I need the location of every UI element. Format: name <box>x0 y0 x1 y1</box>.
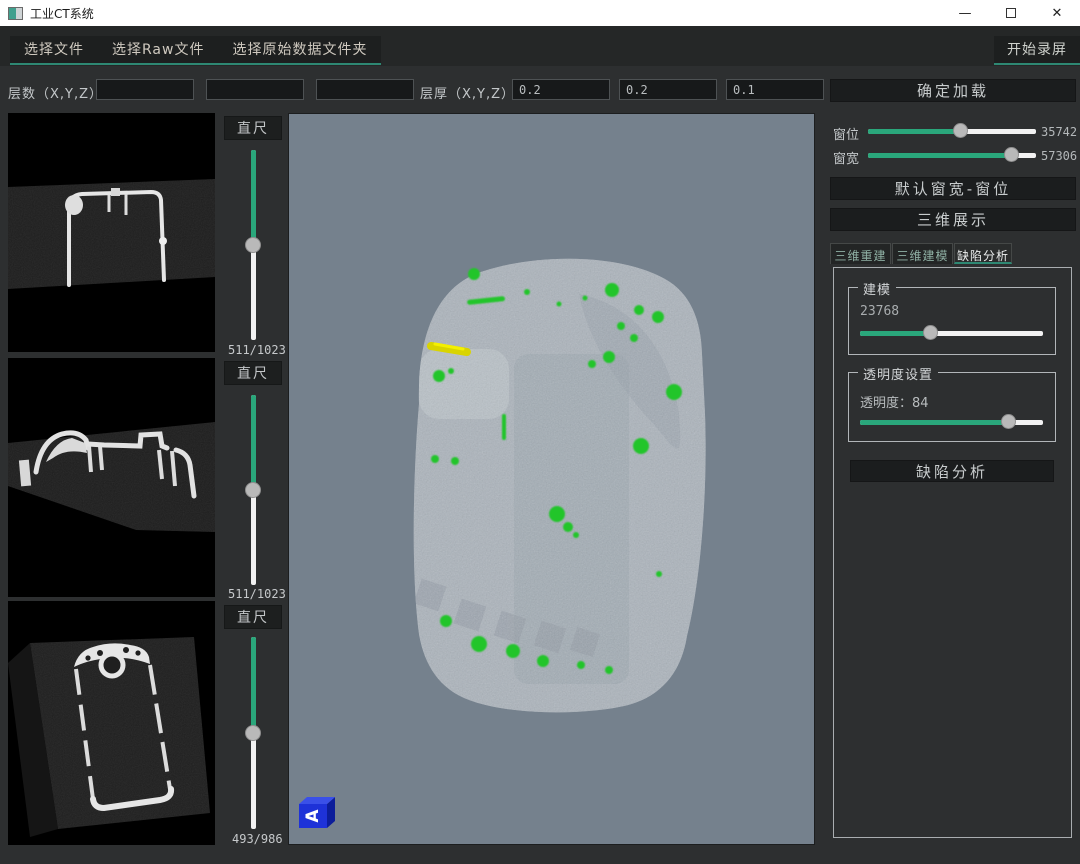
thickness-z-input[interactable] <box>726 79 824 100</box>
titlebar: 工业CT系统 — ✕ <box>0 0 1080 26</box>
layers-y-input[interactable] <box>206 79 304 100</box>
tab-3d-reconstruction[interactable]: 三维重建 <box>830 243 891 264</box>
slice-position-1: 511/1023 <box>228 343 286 357</box>
ruler-button-3[interactable]: 直尺 <box>224 605 282 629</box>
tab-defect-analysis[interactable]: 缺陷分析 <box>954 243 1012 264</box>
slice-slider-2-thumb[interactable] <box>245 482 261 498</box>
select-raw-folder-button[interactable]: 选择原始数据文件夹 <box>218 36 381 63</box>
slice-position-3: 493/986 <box>232 832 283 846</box>
3d-viewport[interactable]: A <box>288 113 815 845</box>
layers-z-input[interactable] <box>316 79 414 100</box>
thickness-x-input[interactable] <box>512 79 610 100</box>
modeling-slider[interactable] <box>860 325 1043 341</box>
slice-slider-3[interactable] <box>245 637 261 829</box>
modeling-group-title: 建模 <box>858 279 896 298</box>
3d-display-button[interactable]: 三维展示 <box>830 208 1076 231</box>
opacity-label: 透明度：84 <box>860 392 929 411</box>
close-button[interactable]: ✕ <box>1034 0 1080 26</box>
select-raw-file-button[interactable]: 选择Raw文件 <box>98 36 218 63</box>
toolbar: 选择文件 选择Raw文件 选择原始数据文件夹 开始录屏 <box>0 26 1080 66</box>
app-window: 工业CT系统 — ✕ 选择文件 选择Raw文件 选择原始数据文件夹 开始录屏 层… <box>0 0 1080 864</box>
modeling-value: 23768 <box>860 304 899 319</box>
window-level-label: 窗位 <box>833 124 859 143</box>
slice-slider-2[interactable] <box>245 395 261 585</box>
ruler-button-2[interactable]: 直尺 <box>224 361 282 385</box>
window-width-value: 57306 <box>1041 149 1077 163</box>
slice-slider-1[interactable] <box>245 150 261 340</box>
svg-text:A: A <box>303 809 323 823</box>
slice-slider-3-thumb[interactable] <box>245 725 261 741</box>
tab-3d-modeling[interactable]: 三维建模 <box>892 243 953 264</box>
window-width-slider-thumb[interactable] <box>1004 147 1019 162</box>
maximize-button[interactable] <box>988 0 1034 26</box>
maximize-icon <box>1006 8 1016 18</box>
axis-cube-icon: A <box>299 797 335 828</box>
window-title: 工业CT系统 <box>30 5 94 22</box>
app-icon <box>8 7 23 20</box>
start-record-button[interactable]: 开始录屏 <box>994 36 1080 65</box>
ruler-button-1[interactable]: 直尺 <box>224 116 282 140</box>
window-width-label: 窗宽 <box>833 148 859 167</box>
thickness-y-input[interactable] <box>619 79 717 100</box>
opacity-group-title: 透明度设置 <box>858 364 938 383</box>
slice-view-xz <box>8 358 215 597</box>
window-level-slider[interactable] <box>868 123 1036 139</box>
thickness-label: 层厚（X,Y,Z） <box>420 83 515 102</box>
opacity-slider-thumb[interactable] <box>1001 414 1016 429</box>
slice-slider-1-thumb[interactable] <box>245 237 261 253</box>
modeling-groupbox: 建模 <box>848 287 1056 355</box>
slice-view-xy <box>8 113 215 352</box>
slice-position-2: 511/1023 <box>228 587 286 601</box>
file-button-group: 选择文件 选择Raw文件 选择原始数据文件夹 <box>10 36 381 65</box>
layers-label: 层数（X,Y,Z） <box>8 83 103 102</box>
opacity-slider[interactable] <box>860 414 1043 430</box>
3d-render: A <box>289 114 814 844</box>
default-window-button[interactable]: 默认窗宽-窗位 <box>830 177 1076 200</box>
minimize-button[interactable]: — <box>942 0 988 26</box>
select-file-button[interactable]: 选择文件 <box>10 36 98 63</box>
confirm-load-button[interactable]: 确定加载 <box>830 79 1076 102</box>
window-width-slider[interactable] <box>868 147 1036 163</box>
modeling-slider-thumb[interactable] <box>923 325 938 340</box>
layers-x-input[interactable] <box>96 79 194 100</box>
defect-analysis-button[interactable]: 缺陷分析 <box>850 460 1054 482</box>
window-level-slider-thumb[interactable] <box>953 123 968 138</box>
window-level-value: 35742 <box>1041 125 1077 139</box>
slice-view-yz <box>8 601 215 845</box>
